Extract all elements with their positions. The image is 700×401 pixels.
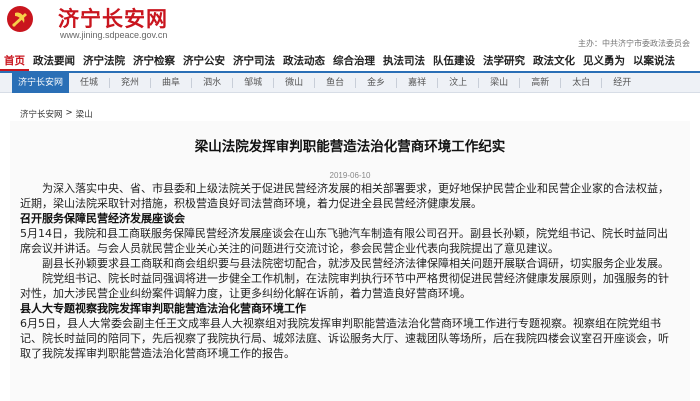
county-nav-item[interactable]: 嘉祥 — [397, 73, 437, 93]
article-body: 为深入落实中央、省、市县委和上级法院关于促进民营经济发展的相关部署要求，更好地保… — [20, 181, 672, 361]
county-nav-item[interactable]: 任城 — [69, 73, 109, 93]
main-nav-item[interactable]: 政法要闻 — [29, 51, 79, 71]
main-nav-item[interactable]: 队伍建设 — [429, 51, 479, 71]
county-nav: 济宁长安网 任城 兖州 曲阜 泗水 邹城 微山 鱼台 金乡 嘉祥 汶上 梁山 高新 太白 经开 — [0, 72, 700, 93]
breadcrumb-current[interactable]: 梁山 — [76, 108, 93, 120]
main-nav-item[interactable]: 济宁法院 — [79, 51, 129, 71]
county-nav-item[interactable]: 微山 — [274, 73, 314, 93]
main-nav-item[interactable]: 济宁公安 — [179, 51, 229, 71]
county-nav-item[interactable]: 邹城 — [233, 73, 273, 93]
main-nav-item[interactable]: 首页 — [0, 51, 29, 71]
main-nav-item[interactable]: 见义勇为 — [579, 51, 629, 71]
site-url: www.jining.sdpeace.gov.cn — [60, 30, 168, 40]
county-nav-item[interactable]: 兖州 — [110, 73, 150, 93]
breadcrumb-home[interactable]: 济宁长安网 — [20, 108, 63, 120]
host-info: 主办：中共济宁市委政法委员会 — [578, 39, 690, 48]
article-paragraph: 副县长孙颖要求县工商联和商会组织要与县法院密切配合，就涉及民营经济法律保障相关问… — [42, 257, 669, 270]
county-nav-item[interactable]: 金乡 — [356, 73, 396, 93]
main-nav-item[interactable]: 济宁司法 — [229, 51, 279, 71]
county-nav-item[interactable]: 曲阜 — [151, 73, 191, 93]
county-nav-item[interactable]: 梁山 — [479, 73, 519, 93]
site-name[interactable]: 济宁长安网 — [58, 3, 168, 33]
article-paragraph: 为深入落实中央、省、市县委和上级法院关于促进民营经济发展的相关部署要求，更好地保… — [20, 182, 669, 210]
article-date: 2019-06-10 — [329, 171, 371, 180]
county-nav-item[interactable]: 泗水 — [192, 73, 232, 93]
breadcrumb-separator: > — [65, 108, 73, 118]
county-nav-item[interactable]: 鱼台 — [315, 73, 355, 93]
county-nav-item[interactable]: 太白 — [561, 73, 601, 93]
main-nav-item[interactable]: 法学研究 — [479, 51, 529, 71]
article-panel: 梁山法院发挥审判职能营造法治化营商环境工作纪实 2019-06-10 为深入落实… — [10, 121, 690, 401]
main-nav-item[interactable]: 济宁检察 — [129, 51, 179, 71]
main-nav: 首页 政法要闻 济宁法院 济宁检察 济宁公安 济宁司法 政法动态 综合治理 执法司法 队伍建设 法学… — [0, 51, 700, 71]
county-nav-home[interactable]: 济宁长安网 — [12, 72, 70, 93]
article-subheading: 县人大专题视察我院发挥审判职能营造法治化营商环境工作 — [20, 302, 306, 315]
county-nav-item[interactable]: 汶上 — [438, 73, 478, 93]
article-paragraph: 院党组书记、院长时益同强调将进一步健全工作机制，在法院审判执行环节中严格贯彻促进… — [20, 272, 669, 300]
breadcrumb: 济宁长安网 > 梁山 — [20, 108, 93, 120]
main-nav-item[interactable]: 政法动态 — [279, 51, 329, 71]
party-emblem-icon — [7, 6, 33, 32]
article-title: 梁山法院发挥审判职能营造法治化营商环境工作纪实 — [194, 139, 506, 155]
article-paragraph: 6月5日，县人大常委会副主任王文成率县人大视察组对我院发挥审判职能营造法治化营商… — [20, 317, 669, 360]
county-nav-item[interactable]: 经开 — [602, 73, 642, 93]
article-paragraph: 5月14日，我院和县工商联服务保障民营经济发展座谈会在山东飞驰汽车制造有限公司召… — [20, 227, 668, 255]
main-nav-item[interactable]: 政法文化 — [529, 51, 579, 71]
site-header: 济宁长安网 www.jining.sdpeace.gov.cn 主办：中共济宁市… — [0, 0, 700, 50]
county-nav-item[interactable]: 高新 — [520, 73, 560, 93]
main-nav-item[interactable]: 以案说法 — [629, 51, 679, 71]
main-nav-item[interactable]: 综合治理 — [329, 51, 379, 71]
article-subheading: 召开服务保障民营经济发展座谈会 — [20, 212, 185, 225]
main-nav-item[interactable]: 执法司法 — [379, 51, 429, 71]
